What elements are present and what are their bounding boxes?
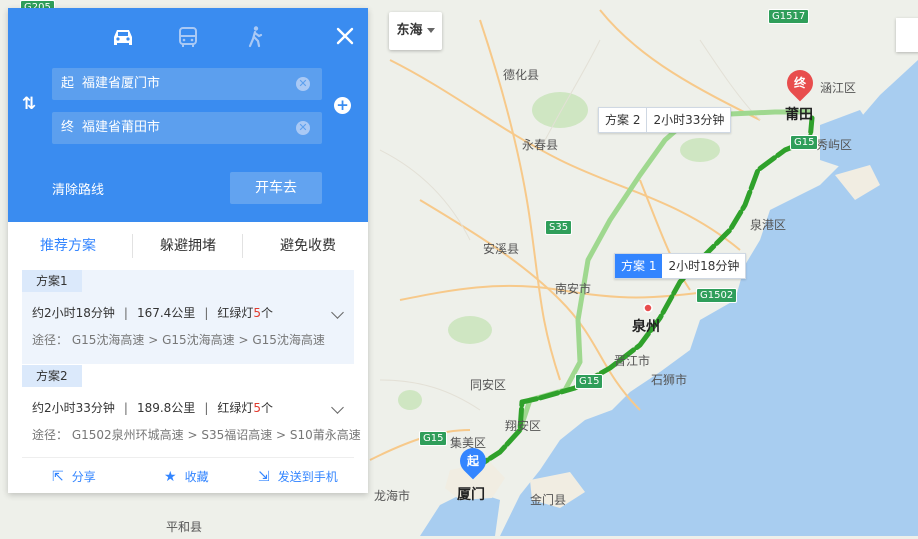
plan-time: 约2小时33分钟	[32, 401, 115, 415]
route-tag-plan-1[interactable]: 方案 1 2小时18分钟	[614, 253, 747, 279]
walk-icon[interactable]	[243, 25, 269, 49]
map-label: 泉州	[632, 319, 660, 335]
start-marker-label: 起	[466, 454, 479, 468]
start-driving-button[interactable]: 开车去	[230, 172, 322, 204]
swap-icon[interactable]: ⇅	[22, 94, 36, 114]
plan-lights-unit: 个	[261, 306, 274, 320]
end-marker[interactable]: 终	[781, 64, 819, 102]
route-preference-tabs: 推荐方案 躲避拥堵 避免收费	[8, 222, 368, 270]
map-label: 石狮市	[651, 373, 688, 387]
end-field-value: 福建省莆田市	[82, 120, 161, 135]
map-label: 翔安区	[505, 419, 542, 433]
map-label: 秀屿区	[816, 138, 853, 152]
route-tag-plan-label: 方案 1	[615, 254, 663, 278]
plan-card-1[interactable]: 方案1 约2小时18分钟 | 167.4公里 | 红绿灯5个 途径： G15沈海高速 >…	[22, 270, 354, 364]
park	[532, 92, 588, 128]
plan-lights-unit: 个	[261, 401, 274, 415]
road	[419, 199, 641, 411]
map-label: 涵江区	[820, 81, 857, 95]
map-label: 泉港区	[750, 218, 787, 232]
plan-via: 途径： G15沈海高速 > G15沈海高速 > G15沈海高速	[32, 333, 325, 347]
city-selector-label: 东海	[396, 23, 423, 38]
plan-lights-label: 红绿灯	[217, 401, 254, 415]
end-marker-label: 终	[793, 76, 806, 90]
chevron-down-icon[interactable]	[331, 401, 344, 414]
plan-distance: 167.4公里	[136, 306, 196, 320]
park	[448, 316, 492, 344]
route-panel-header: ⇅ 起福建省厦门市 ✕ 终福建省莆田市 ✕ + 清除路线 开车去	[8, 8, 368, 222]
map-label: 莆田	[785, 107, 813, 123]
plan-summary: 约2小时18分钟 | 167.4公里 | 红绿灯5个	[32, 306, 274, 320]
road-shield: G15	[790, 135, 819, 150]
park	[398, 390, 422, 410]
end-field[interactable]: 终福建省莆田市 ✕	[52, 112, 322, 144]
route-tag-plan-label: 方案 2	[599, 108, 648, 132]
chevron-down-icon	[426, 28, 435, 33]
plan-lights-count: 5	[253, 306, 262, 320]
city-selector[interactable]: 东海	[389, 12, 442, 50]
route-tag-plan-2[interactable]: 方案 2 2小时33分钟	[598, 107, 732, 133]
chevron-down-icon[interactable]	[331, 306, 344, 319]
start-field[interactable]: 起福建省厦门市 ✕	[52, 68, 322, 100]
plan-summary: 约2小时33分钟 | 189.8公里 | 红绿灯5个	[32, 401, 274, 415]
route-panel: ⇅ 起福建省厦门市 ✕ 终福建省莆田市 ✕ + 清除路线 开车去 推荐方案 躲避…	[8, 8, 368, 493]
plan-distance: 189.8公里	[136, 401, 196, 415]
favorite-button[interactable]: ★ 收藏	[164, 468, 209, 485]
map-label: 平和县	[166, 520, 203, 534]
plan-time: 约2小时18分钟	[32, 306, 115, 320]
road	[599, 9, 761, 121]
clear-route-link[interactable]: 清除路线	[52, 179, 104, 198]
plan-badge: 方案2	[22, 365, 82, 387]
route-tag-time: 2小时33分钟	[653, 113, 725, 127]
car-icon[interactable]	[110, 25, 136, 49]
plan-via: 途径： G1502泉州环城高速 > S35福诏高速 > S10莆永高速	[32, 428, 361, 442]
map-label: 金门县	[530, 493, 567, 507]
plan-badge: 方案1	[22, 270, 82, 292]
road-shield: G15	[419, 431, 448, 446]
clear-end-icon[interactable]: ✕	[296, 121, 310, 135]
plan-lights-count: 5	[253, 401, 262, 415]
star-icon: ★	[164, 469, 177, 485]
share-icon: ⇱	[52, 469, 64, 485]
minor-road	[379, 379, 481, 411]
send-to-phone-label: 发送到手机	[277, 470, 338, 484]
start-marker[interactable]: 起	[454, 442, 492, 480]
tab-avoid-congestion[interactable]: 躲避拥堵	[128, 222, 248, 270]
route-actions: ⇱ 分享 ★ 收藏 ⇲ 发送到手机	[22, 457, 354, 492]
start-field-value: 福建省厦门市	[82, 76, 161, 91]
map-label: 永春县	[522, 138, 559, 152]
tab-recommended[interactable]: 推荐方案	[8, 222, 128, 270]
map-label: 龙海市	[374, 489, 411, 503]
city-dot	[643, 303, 653, 313]
bus-icon[interactable]	[175, 25, 201, 49]
plan-card-2[interactable]: 方案2 约2小时33分钟 | 189.8公里 | 红绿灯5个 途径： G1502泉州环城…	[22, 365, 361, 455]
map-label: 南安市	[555, 282, 592, 296]
map-label: 厦门	[457, 487, 485, 503]
close-icon[interactable]	[334, 25, 356, 47]
tab-avoid-tolls[interactable]: 避免收费	[248, 222, 368, 270]
minor-road	[379, 149, 471, 241]
map-label: 安溪县	[483, 242, 520, 256]
map-label: 德化县	[503, 68, 540, 82]
share-label: 分享	[71, 470, 96, 484]
road-shield: G1517	[768, 9, 810, 24]
send-to-phone-button[interactable]: ⇲ 发送到手机	[258, 468, 338, 485]
route-tag-time: 2小时18分钟	[668, 259, 740, 273]
send-to-phone-icon: ⇲	[258, 469, 270, 485]
tab-divider	[242, 234, 243, 258]
end-field-label: 终	[61, 120, 75, 135]
clear-start-icon[interactable]: ✕	[296, 77, 310, 91]
map-tool-button[interactable]	[896, 18, 918, 52]
park	[680, 138, 720, 162]
favorite-label: 收藏	[184, 470, 209, 484]
share-button[interactable]: ⇱ 分享	[52, 468, 96, 485]
road-shield: G1502	[696, 288, 738, 303]
plan-lights-label: 红绿灯	[217, 306, 254, 320]
add-waypoint-icon[interactable]: +	[334, 97, 351, 114]
start-field-label: 起	[61, 76, 75, 91]
road-shield: G15	[575, 374, 604, 389]
map-label: 晋江市	[614, 354, 651, 368]
road-shield: S35	[545, 220, 573, 235]
map-label: 同安区	[470, 378, 507, 392]
